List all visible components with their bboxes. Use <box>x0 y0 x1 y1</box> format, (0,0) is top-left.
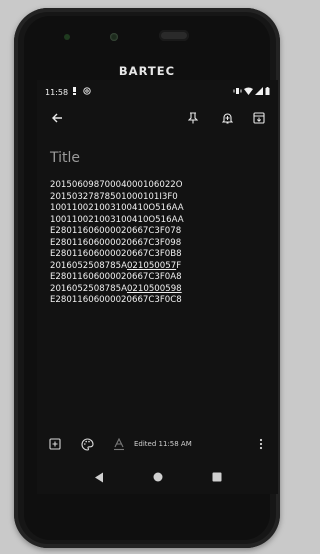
phone-screen: 11:58 Title 20150609870004000106022O 201… <box>37 80 278 494</box>
note-body-text[interactable]: 20150609870004000106022O 2015032787850100… <box>50 180 184 307</box>
note-line: E28011606000020667C3F0B8 <box>50 249 182 259</box>
note-line: 100110021003100410O516AA <box>50 203 184 213</box>
signal-icon <box>255 87 263 97</box>
pin-icon[interactable] <box>183 108 203 128</box>
note-line-underlined: 0210500598 <box>126 283 182 294</box>
note-line: E28011606000020667C3F0A8 <box>50 272 182 282</box>
note-line: 2016052508785A0210500598 <box>50 284 184 296</box>
note-line-underlined: 021050057 <box>126 260 177 271</box>
archive-icon[interactable] <box>249 108 269 128</box>
palette-icon[interactable] <box>79 436 95 452</box>
note-line: E28011606000020667C3F0C8 <box>50 295 182 305</box>
note-toolbar <box>37 108 278 130</box>
add-box-icon[interactable] <box>47 436 63 452</box>
earpiece-speaker <box>159 30 189 41</box>
nav-home-icon[interactable] <box>151 470 165 484</box>
front-camera <box>64 34 70 40</box>
wifi-icon <box>244 87 253 97</box>
system-nav-bar <box>37 466 278 488</box>
note-title-input[interactable]: Title <box>50 150 80 166</box>
note-line: 20150609870004000106022O <box>50 180 183 190</box>
vibrate-icon <box>233 87 242 97</box>
status-bar: 11:58 <box>45 86 270 98</box>
back-arrow-icon[interactable] <box>47 108 67 128</box>
nav-recents-icon[interactable] <box>210 470 224 484</box>
edited-timestamp: Edited 11:58 AM <box>134 440 192 448</box>
at-sign-icon <box>83 87 91 97</box>
notification-alert-icon <box>72 87 79 97</box>
device-brand-logo: BARTEC <box>118 64 176 78</box>
text-format-icon[interactable] <box>111 436 127 452</box>
note-line-suffix: F <box>176 260 182 271</box>
status-time: 11:58 <box>45 87 69 97</box>
note-line: E28011606000020667C3F078 <box>50 226 182 236</box>
note-line: E28011606000020667C3F098 <box>50 237 182 248</box>
note-line-prefix: 2016052508785A <box>50 260 127 271</box>
battery-icon <box>265 87 270 97</box>
editor-bottom-bar: Edited 11:58 AM <box>37 434 278 456</box>
note-line: 100110021003100410O516AA <box>50 214 184 225</box>
more-options-icon[interactable] <box>253 436 269 452</box>
note-line: 20150327878501000101I3F0 <box>50 191 178 202</box>
proximity-sensor <box>110 33 118 41</box>
nav-back-icon[interactable] <box>92 470 106 484</box>
reminder-bell-icon[interactable] <box>217 108 237 128</box>
note-line: 2016052508785A021050057F <box>50 261 184 273</box>
note-line-prefix: 2016052508785A <box>50 283 127 294</box>
